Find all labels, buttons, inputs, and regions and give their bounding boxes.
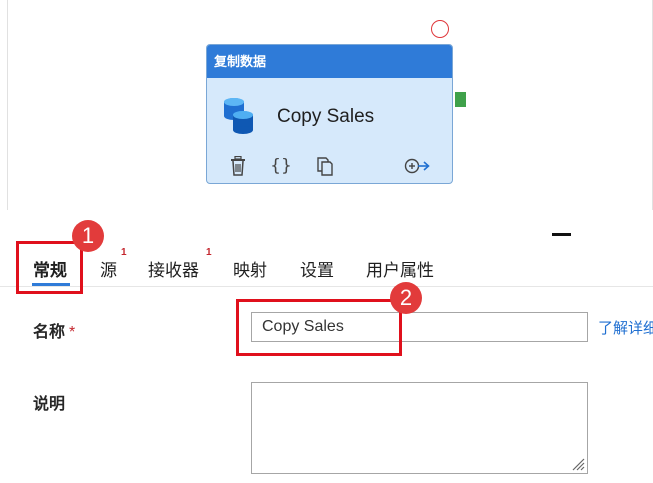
tab-sink[interactable]: 接收器	[148, 256, 199, 281]
failure-output-marker[interactable]	[431, 20, 449, 38]
learn-more-link[interactable]: 了解详细	[598, 317, 653, 338]
tab-source[interactable]: 源	[100, 256, 117, 281]
activity-name: Copy Sales	[277, 106, 375, 127]
tab-source-badge: 1	[121, 247, 127, 258]
highlight-general-tab	[16, 241, 83, 294]
tab-settings[interactable]: 设置	[300, 256, 334, 281]
canvas-border	[7, 0, 8, 210]
resize-grip-icon[interactable]	[571, 457, 585, 471]
description-textarea[interactable]	[251, 382, 588, 474]
tab-user-properties[interactable]: 用户属性	[366, 256, 434, 281]
panel-resize-handle[interactable]	[552, 233, 571, 236]
code-braces-icon[interactable]: {}	[270, 154, 292, 178]
database-icon	[223, 95, 255, 135]
properties-tabs: 常规 源 1 接收器 1 映射 设置 用户属性	[0, 246, 653, 287]
copy-icon[interactable]	[314, 154, 336, 178]
callout-badge: 1	[72, 220, 104, 252]
add-output-icon[interactable]	[404, 154, 432, 178]
highlight-name-input	[236, 299, 402, 356]
name-label-text: 名称	[33, 324, 66, 341]
success-output-port[interactable]	[455, 92, 466, 107]
tab-sink-badge: 1	[206, 247, 212, 258]
name-field-label: 名称 *	[33, 318, 75, 342]
pipeline-canvas[interactable]: 复制数据 Copy Sales {}	[0, 0, 653, 210]
required-marker: *	[69, 324, 76, 341]
copy-activity-card[interactable]: 复制数据 Copy Sales {}	[206, 44, 453, 184]
trash-icon[interactable]	[227, 154, 249, 178]
description-field-label: 说明	[33, 396, 66, 413]
tab-mapping[interactable]: 映射	[233, 256, 267, 281]
activity-type-label: 复制数据	[207, 45, 452, 78]
callout-badge: 2	[390, 282, 422, 314]
